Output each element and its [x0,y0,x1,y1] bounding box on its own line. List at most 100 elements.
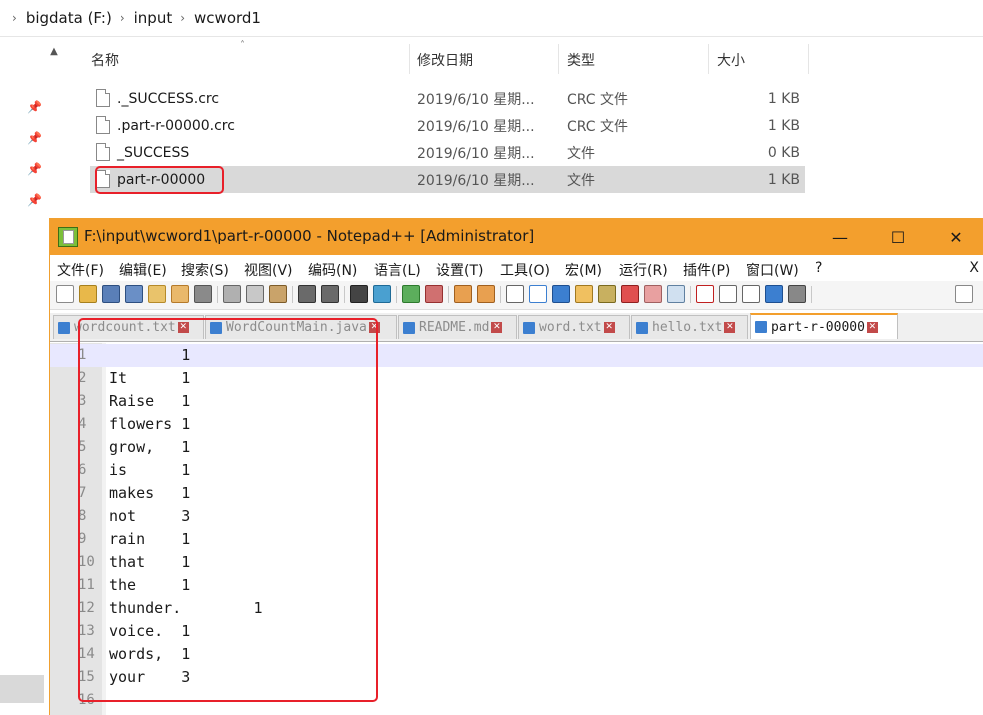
pin-icon[interactable]: 📌 [27,131,42,145]
play-macro-icon[interactable] [742,285,760,303]
pin-icon[interactable]: 📌 [27,193,42,207]
menu-settings[interactable]: 设置(T) [436,260,483,280]
paste-icon[interactable] [269,285,287,303]
file-size: 1 KB [767,117,800,134]
monitoring-icon[interactable] [667,285,685,303]
close-icon[interactable]: ✕ [724,322,736,333]
chevron-right-icon[interactable]: › [12,11,17,25]
toolbar [50,281,983,310]
undo-icon[interactable] [298,285,316,303]
sync-vertical-icon[interactable] [454,285,472,303]
spell-check-icon[interactable] [955,285,973,303]
menu-window[interactable]: 窗口(W) [746,260,799,280]
run-macro-multiple-icon[interactable] [765,285,783,303]
replace-icon[interactable] [373,285,391,303]
toolbar-separator [448,286,449,303]
document-map-icon[interactable] [575,285,593,303]
maximize-icon[interactable]: ☐ [875,219,921,255]
column-header-size[interactable]: 大小 [717,44,745,76]
menu-run[interactable]: 运行(R) [619,260,668,280]
menu-language[interactable]: 语言(L) [374,260,421,280]
menu-encoding[interactable]: 编码(N) [308,260,357,280]
word-wrap-icon[interactable] [506,285,524,303]
close-icon[interactable]: ✕ [933,219,979,255]
column-divider[interactable] [708,44,709,74]
tab-label: hello.txt [652,320,723,335]
menu-search[interactable]: 搜索(S) [181,260,229,280]
print-icon[interactable] [194,285,212,303]
column-divider[interactable] [409,44,410,74]
stop-macro-icon[interactable] [719,285,737,303]
highlight-box-file [95,166,224,194]
toolbar-separator [811,286,812,303]
show-all-characters-icon[interactable] [529,285,547,303]
file-row[interactable]: .part-r-00000.crc 2019/6/10 星期... CRC 文件… [90,112,805,139]
redo-icon[interactable] [321,285,339,303]
save-icon[interactable] [102,285,120,303]
zoom-out-icon[interactable] [425,285,443,303]
title-bar[interactable]: F:\input\wcword1\part-r-00000 - Notepad+… [50,219,983,255]
tab-part-r-00000[interactable]: part-r-00000 ✕ [750,313,898,339]
tab-word[interactable]: word.txt ✕ [518,315,630,339]
toolbar-separator [500,286,501,303]
menu-edit[interactable]: 编辑(E) [119,260,167,280]
breadcrumb: › bigdata (F:) › input › wcword1 [0,0,983,37]
highlight-box-editor [78,318,378,702]
column-divider[interactable] [558,44,559,74]
toolbar-separator [344,286,345,303]
tab-readme[interactable]: README.md ✕ [398,315,517,339]
menu-tools[interactable]: 工具(O) [500,260,550,280]
folder-icon[interactable] [644,285,662,303]
file-type: 文件 [567,145,595,162]
file-size: 1 KB [767,90,800,107]
tab-hello[interactable]: hello.txt ✕ [631,315,748,339]
file-name: .part-r-00000.crc [117,117,235,134]
column-header-type[interactable]: 类型 [567,44,595,76]
folder-as-workspace-icon[interactable] [621,285,639,303]
record-macro-icon[interactable] [696,285,714,303]
new-file-icon[interactable] [56,285,74,303]
pin-icon[interactable]: 📌 [27,100,42,114]
navigation-selected-item[interactable] [0,675,44,703]
chevron-right-icon[interactable]: › [180,11,185,25]
menu-plugins[interactable]: 插件(P) [683,260,730,280]
sync-horizontal-icon[interactable] [477,285,495,303]
file-name: ._SUCCESS.crc [117,90,220,107]
menu-macro[interactable]: 宏(M) [565,260,602,280]
notepadpp-icon[interactable] [58,227,78,247]
cut-icon[interactable] [223,285,241,303]
column-header-date[interactable]: 修改日期 [417,44,473,76]
copy-icon[interactable] [246,285,264,303]
breadcrumb-item-wcword1[interactable]: wcword1 [194,9,261,27]
scroll-up-icon[interactable]: ▲ [46,44,62,60]
column-header-name[interactable]: 名称 [91,44,119,76]
menu-close-button[interactable]: X [969,260,979,276]
file-name: _SUCCESS [117,144,190,161]
function-list-icon[interactable] [598,285,616,303]
close-file-icon[interactable] [148,285,166,303]
toolbar-separator [396,286,397,303]
pin-icon[interactable]: 📌 [27,162,42,176]
menu-file[interactable]: 文件(F) [57,260,104,280]
find-icon[interactable] [350,285,368,303]
minimize-icon[interactable]: — [817,219,863,255]
save-macro-icon[interactable] [788,285,806,303]
file-icon [96,89,110,107]
file-row[interactable]: _SUCCESS 2019/6/10 星期... 文件 0 KB [90,139,805,166]
save-all-icon[interactable] [125,285,143,303]
breadcrumb-item-drive[interactable]: bigdata (F:) [26,9,112,27]
breadcrumb-item-input[interactable]: input [134,9,173,27]
file-row[interactable]: ._SUCCESS.crc 2019/6/10 星期... CRC 文件 1 K… [90,85,805,112]
column-divider[interactable] [808,44,809,74]
open-folder-icon[interactable] [79,285,97,303]
menu-view[interactable]: 视图(V) [244,260,293,280]
chevron-right-icon[interactable]: › [120,11,125,25]
indent-guide-icon[interactable] [552,285,570,303]
close-icon[interactable]: ✕ [491,322,503,333]
zoom-in-icon[interactable] [402,285,420,303]
menu-help[interactable]: ? [815,260,822,276]
close-icon[interactable]: ✕ [603,322,615,333]
close-all-icon[interactable] [171,285,189,303]
close-icon[interactable]: ✕ [866,321,878,333]
sort-ascending-icon: ˄ [240,40,245,51]
